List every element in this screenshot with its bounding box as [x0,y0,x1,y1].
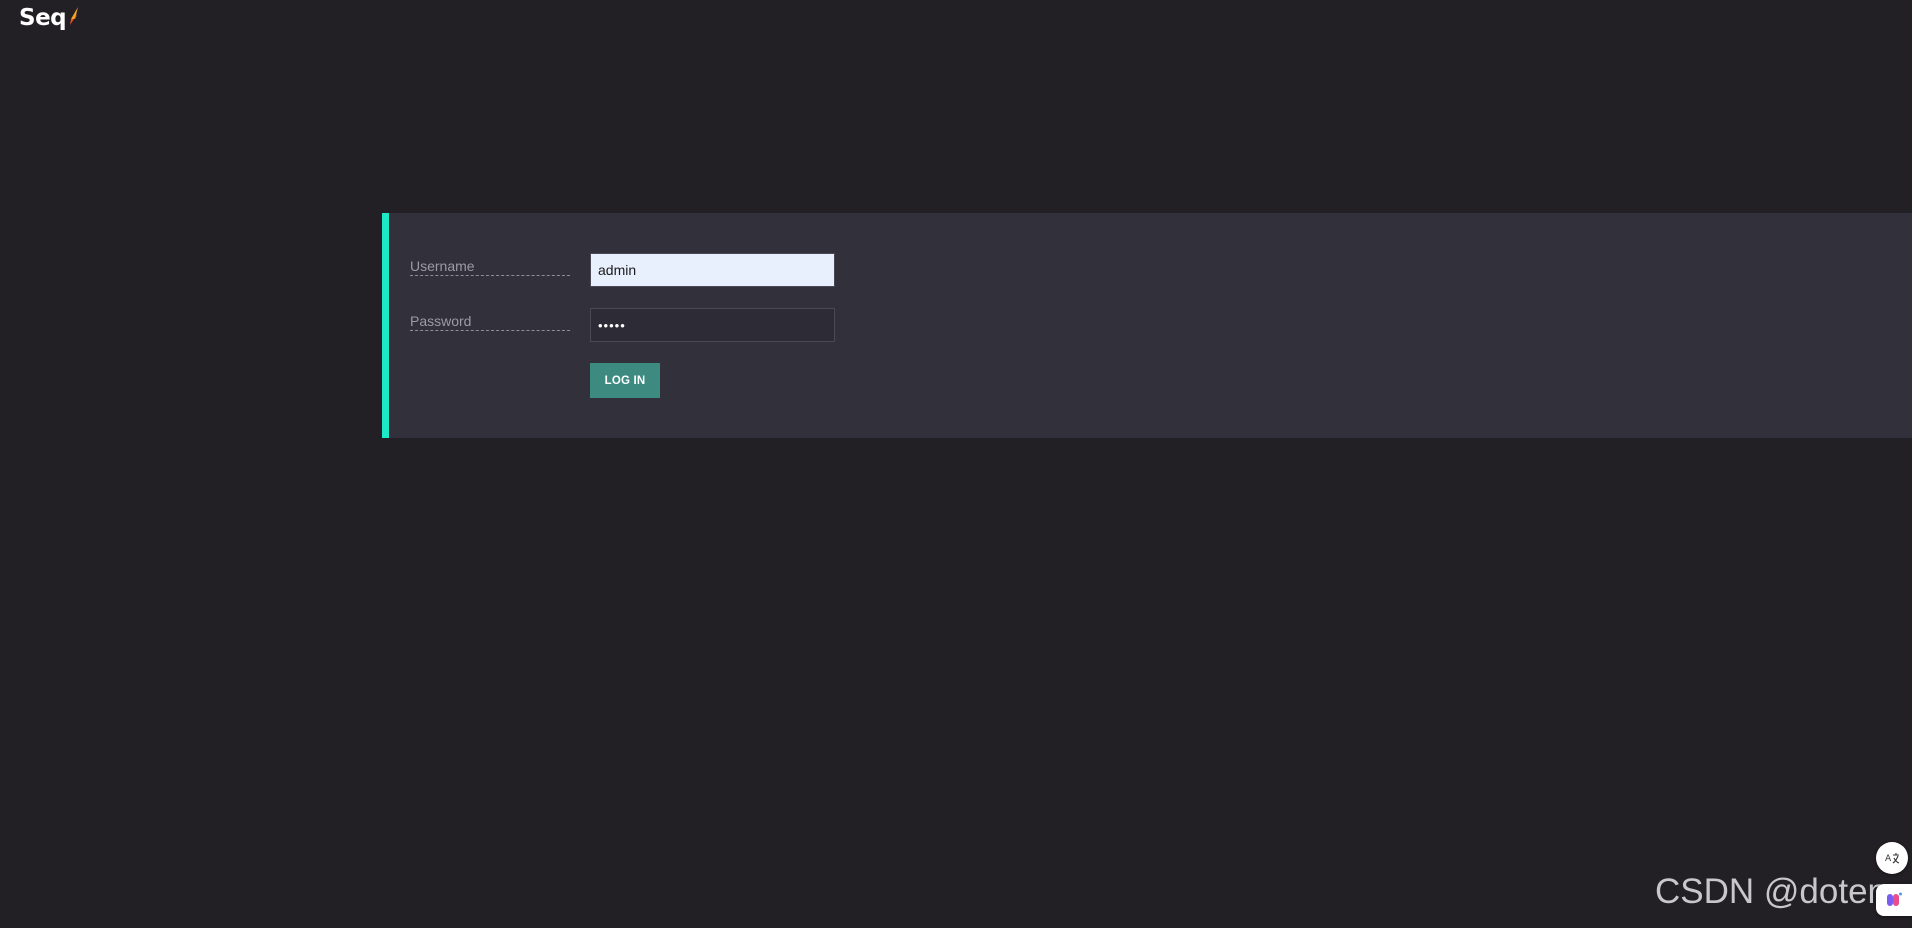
password-label: Password [410,313,570,331]
login-page: Seq Username Password LOG IN CSDN @doten… [0,0,1912,928]
password-row: Password [410,308,835,342]
watermark: CSDN @doten [1655,872,1888,911]
login-panel: Username Password LOG IN [382,213,1912,438]
translate-button[interactable]: A [1876,842,1908,874]
login-button[interactable]: LOG IN [590,363,660,398]
assistant-button[interactable] [1876,884,1912,916]
username-input[interactable] [590,253,835,287]
assistant-icon [1887,892,1902,906]
seq-logo[interactable]: Seq [19,4,79,32]
accent-bar [382,213,389,438]
logo-text: Seq [19,5,67,31]
seq-logo-mark-icon [70,7,79,25]
username-row: Username [410,253,835,287]
password-input[interactable] [590,308,835,342]
svg-text:A: A [1885,854,1892,864]
username-label: Username [410,258,570,276]
translate-icon: A [1885,853,1900,864]
